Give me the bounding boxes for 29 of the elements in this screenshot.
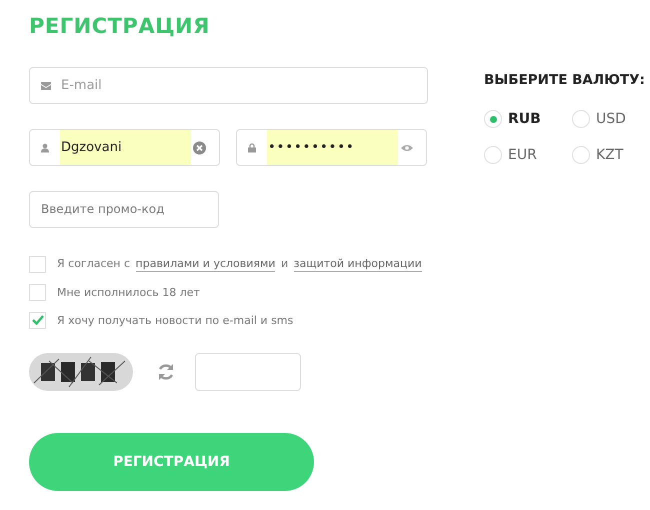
- checkbox[interactable]: [29, 312, 46, 328]
- radio-label[interactable]: RUB: [508, 111, 541, 127]
- captcha-field[interactable]: [195, 353, 301, 391]
- radio-button[interactable]: [484, 110, 502, 128]
- radio-label[interactable]: EUR: [508, 147, 537, 163]
- currency-heading: ВЫБЕРИТЕ ВАЛЮТУ:: [484, 72, 646, 88]
- promo-code-field[interactable]: Введите промо-код: [29, 191, 219, 228]
- link[interactable]: защитой информации: [294, 256, 422, 272]
- page-title: РЕГИСТРАЦИЯ: [29, 14, 211, 38]
- password-field[interactable]: ••••••••••: [236, 129, 427, 166]
- radio-label[interactable]: KZT: [596, 147, 624, 163]
- checkbox-label: Мне исполнилось 18 лет: [57, 286, 200, 298]
- envelope-icon: [41, 82, 51, 90]
- eye-icon[interactable]: [401, 144, 413, 152]
- checkbox[interactable]: [29, 256, 46, 272]
- username-field[interactable]: Dgzovani: [29, 129, 220, 166]
- user-icon: [41, 143, 49, 152]
- clear-icon[interactable]: [193, 141, 206, 154]
- checkbox-label: Я согласен с правилами и условиями и защитой информации: [57, 256, 423, 272]
- checkbox[interactable]: [29, 284, 46, 300]
- email-field[interactable]: E-mail: [29, 67, 428, 104]
- radio-button[interactable]: [572, 110, 590, 128]
- radio-label[interactable]: USD: [596, 111, 626, 127]
- refresh-icon[interactable]: [157, 363, 175, 381]
- checkbox-label: Я хочу получать новости по e-mail и sms: [57, 314, 294, 326]
- link[interactable]: правилами и условиями: [136, 256, 276, 272]
- radio-button[interactable]: [484, 146, 502, 164]
- radio-button[interactable]: [572, 146, 590, 164]
- lock-icon: [248, 143, 256, 152]
